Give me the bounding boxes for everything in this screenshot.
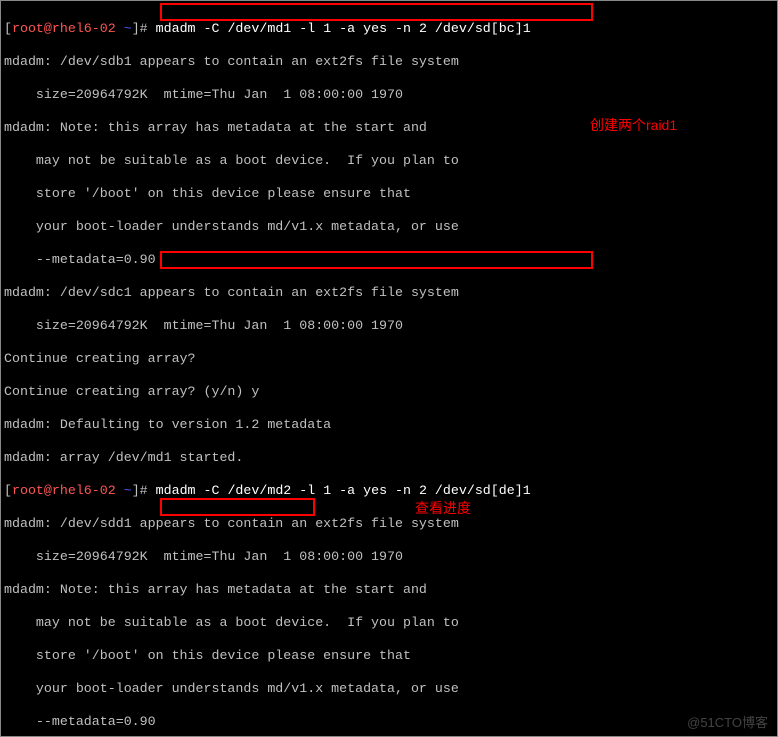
- prompt-hash: #: [140, 21, 148, 36]
- output-line: size=20964792K mtime=Thu Jan 1 08:00:00 …: [4, 549, 774, 566]
- output-line: mdadm: array /dev/md1 started.: [4, 450, 774, 467]
- command-2: mdadm -C /dev/md2 -l 1 -a yes -n 2 /dev/…: [156, 483, 531, 498]
- output-line: size=20964792K mtime=Thu Jan 1 08:00:00 …: [4, 318, 774, 335]
- output-line: size=20964792K mtime=Thu Jan 1 08:00:00 …: [4, 87, 774, 104]
- prompt-cwd: ~: [124, 21, 132, 36]
- output-line: mdadm: /dev/sdb1 appears to contain an e…: [4, 54, 774, 71]
- output-line: mdadm: /dev/sdd1 appears to contain an e…: [4, 516, 774, 533]
- output-line: your boot-loader understands md/v1.x met…: [4, 681, 774, 698]
- prompt-hash: #: [140, 483, 148, 498]
- output-line: may not be suitable as a boot device. If…: [4, 153, 774, 170]
- output-line: Continue creating array?: [4, 351, 774, 368]
- output-line: store '/boot' on this device please ensu…: [4, 186, 774, 203]
- output-line: mdadm: Note: this array has metadata at …: [4, 582, 774, 599]
- prompt-cwd: ~: [124, 483, 132, 498]
- output-line: your boot-loader understands md/v1.x met…: [4, 219, 774, 236]
- output-line: mdadm: /dev/sdc1 appears to contain an e…: [4, 285, 774, 302]
- output-line: --metadata=0.90: [4, 714, 774, 731]
- output-line: mdadm: Defaulting to version 1.2 metadat…: [4, 417, 774, 434]
- output-line: Continue creating array? (y/n) y: [4, 384, 774, 401]
- output-line: may not be suitable as a boot device. If…: [4, 615, 774, 632]
- output-line: mdadm: Note: this array has metadata at …: [4, 120, 774, 137]
- terminal[interactable]: [root@rhel6-02 ~]# mdadm -C /dev/md1 -l …: [0, 0, 778, 737]
- output-line: --metadata=0.90: [4, 252, 774, 269]
- prompt-user-host: root@rhel6-02: [12, 483, 116, 498]
- prompt-line-1: [root@rhel6-02 ~]# mdadm -C /dev/md1 -l …: [4, 21, 774, 38]
- command-1: mdadm -C /dev/md1 -l 1 -a yes -n 2 /dev/…: [156, 21, 531, 36]
- output-line: store '/boot' on this device please ensu…: [4, 648, 774, 665]
- prompt-user-host: root@rhel6-02: [12, 21, 116, 36]
- prompt-line-2: [root@rhel6-02 ~]# mdadm -C /dev/md2 -l …: [4, 483, 774, 500]
